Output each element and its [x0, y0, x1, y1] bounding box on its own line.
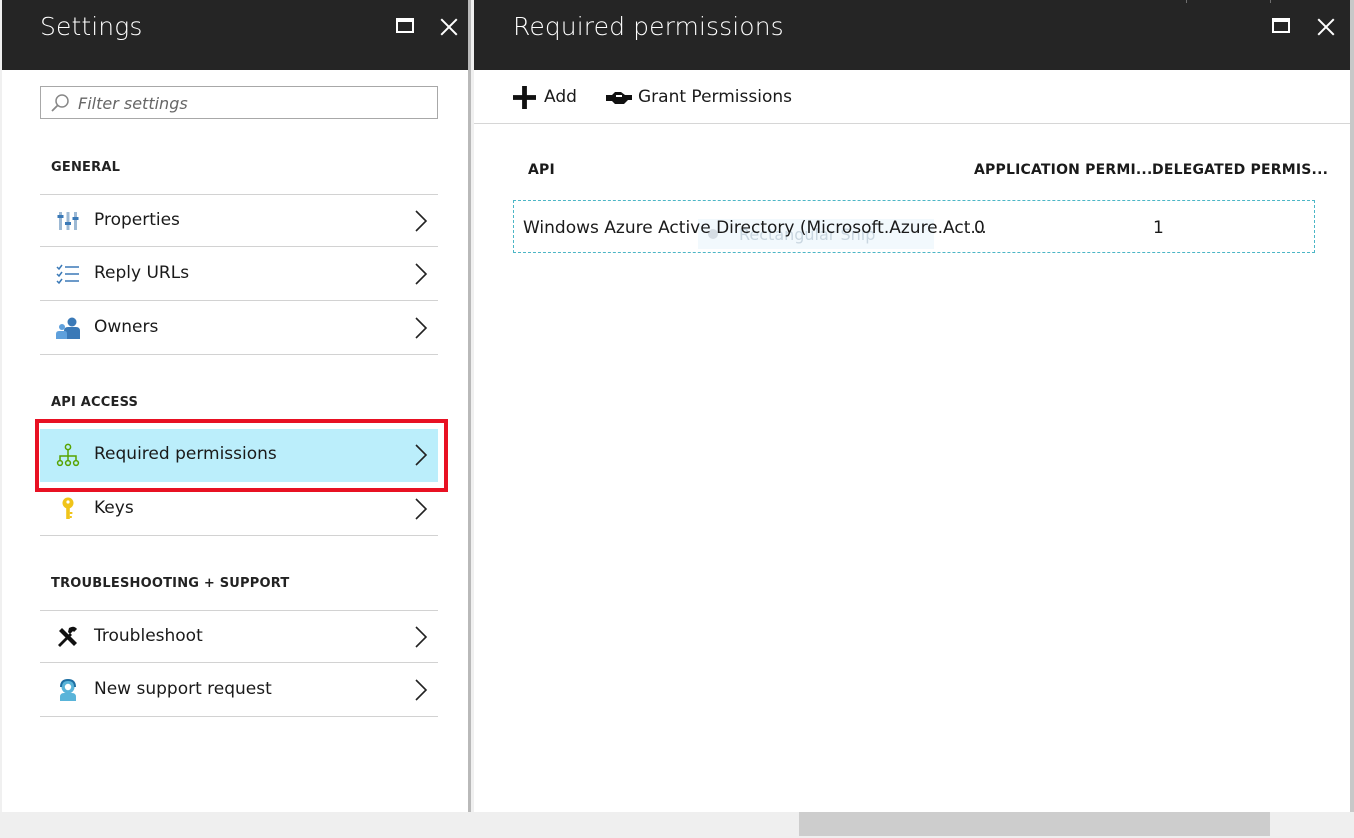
close-icon [1317, 18, 1335, 36]
chevron-right-icon [415, 498, 428, 520]
plus-icon [513, 86, 536, 109]
section-general: GENERAL [51, 160, 121, 175]
support-icon [60, 678, 76, 701]
column-header-api[interactable]: API [528, 162, 555, 178]
cell-api-name: Windows Azure Active Directory (Microsof… [523, 218, 987, 238]
menu-item-label: Owners [94, 317, 159, 337]
maximize-button[interactable] [1268, 14, 1294, 40]
permissions-blade-header: Required permissions [474, 0, 1350, 70]
azure-portal-screen: Settings GENERAL [0, 0, 1354, 838]
chevron-right-icon [415, 626, 428, 648]
scrollbar-thumb[interactable] [799, 812, 1270, 836]
settings-blade: Settings GENERAL [2, 0, 471, 812]
menu-item-owners[interactable]: Owners [40, 302, 438, 355]
permissions-toolbar: Add Grant Permissions [474, 70, 1350, 124]
column-header-delegated-permissions[interactable]: DELEGATED PERMIS... [1152, 162, 1328, 178]
maximize-icon [1272, 18, 1290, 33]
grant-permissions-button[interactable]: Grant Permissions [606, 86, 792, 110]
owners-icon [56, 317, 80, 339]
menu-item-label: Reply URLs [94, 263, 190, 283]
menu-item-properties[interactable]: Properties [40, 194, 438, 247]
chevron-right-icon [415, 210, 428, 232]
list-icon [56, 264, 79, 285]
maximize-icon [396, 18, 414, 33]
maximize-button[interactable] [392, 14, 418, 40]
key-icon [62, 497, 74, 519]
required-permissions-blade: Required permissions Add Grant Permissio… [474, 0, 1350, 812]
chevron-right-icon [415, 679, 428, 701]
permissions-blade-title: Required permissions [513, 12, 784, 41]
filter-settings-input[interactable] [78, 93, 428, 113]
close-button[interactable] [436, 14, 462, 40]
divider [1270, 0, 1271, 3]
filter-settings-field[interactable] [40, 86, 438, 119]
menu-item-reply-urls[interactable]: Reply URLs [40, 248, 438, 301]
close-icon [440, 18, 458, 36]
grant-permissions-label: Grant Permissions [638, 87, 792, 107]
settings-blade-header: Settings [2, 0, 468, 70]
menu-item-label: New support request [94, 679, 272, 699]
handshake-icon [606, 92, 632, 104]
menu-item-label: Troubleshoot [94, 626, 203, 646]
annotation-highlight-box [35, 419, 448, 492]
search-icon [51, 94, 69, 112]
table-row[interactable]: Rectangular Snip Windows Azure Active Di… [513, 200, 1315, 253]
chevron-right-icon [415, 317, 428, 339]
close-button[interactable] [1313, 14, 1339, 40]
cell-application-permissions: 0 [974, 218, 985, 238]
tools-icon [58, 626, 77, 647]
menu-item-new-support-request[interactable]: New support request [40, 664, 438, 717]
column-header-application-permissions[interactable]: APPLICATION PERMI... [974, 162, 1152, 178]
properties-icon [57, 212, 79, 230]
add-button[interactable]: Add [513, 86, 583, 110]
menu-item-label: Properties [94, 210, 180, 230]
menu-item-troubleshoot[interactable]: Troubleshoot [40, 610, 438, 663]
cell-delegated-permissions: 1 [1153, 218, 1164, 238]
menu-item-label: Keys [94, 498, 134, 518]
section-api-access: API ACCESS [51, 395, 139, 410]
settings-blade-title: Settings [40, 12, 143, 41]
add-label: Add [544, 87, 577, 107]
chevron-right-icon [415, 263, 428, 285]
blade-edge [1350, 0, 1354, 812]
horizontal-scrollbar[interactable] [0, 812, 1354, 838]
divider [1186, 0, 1187, 3]
section-troubleshooting-support: TROUBLESHOOTING + SUPPORT [51, 576, 290, 591]
